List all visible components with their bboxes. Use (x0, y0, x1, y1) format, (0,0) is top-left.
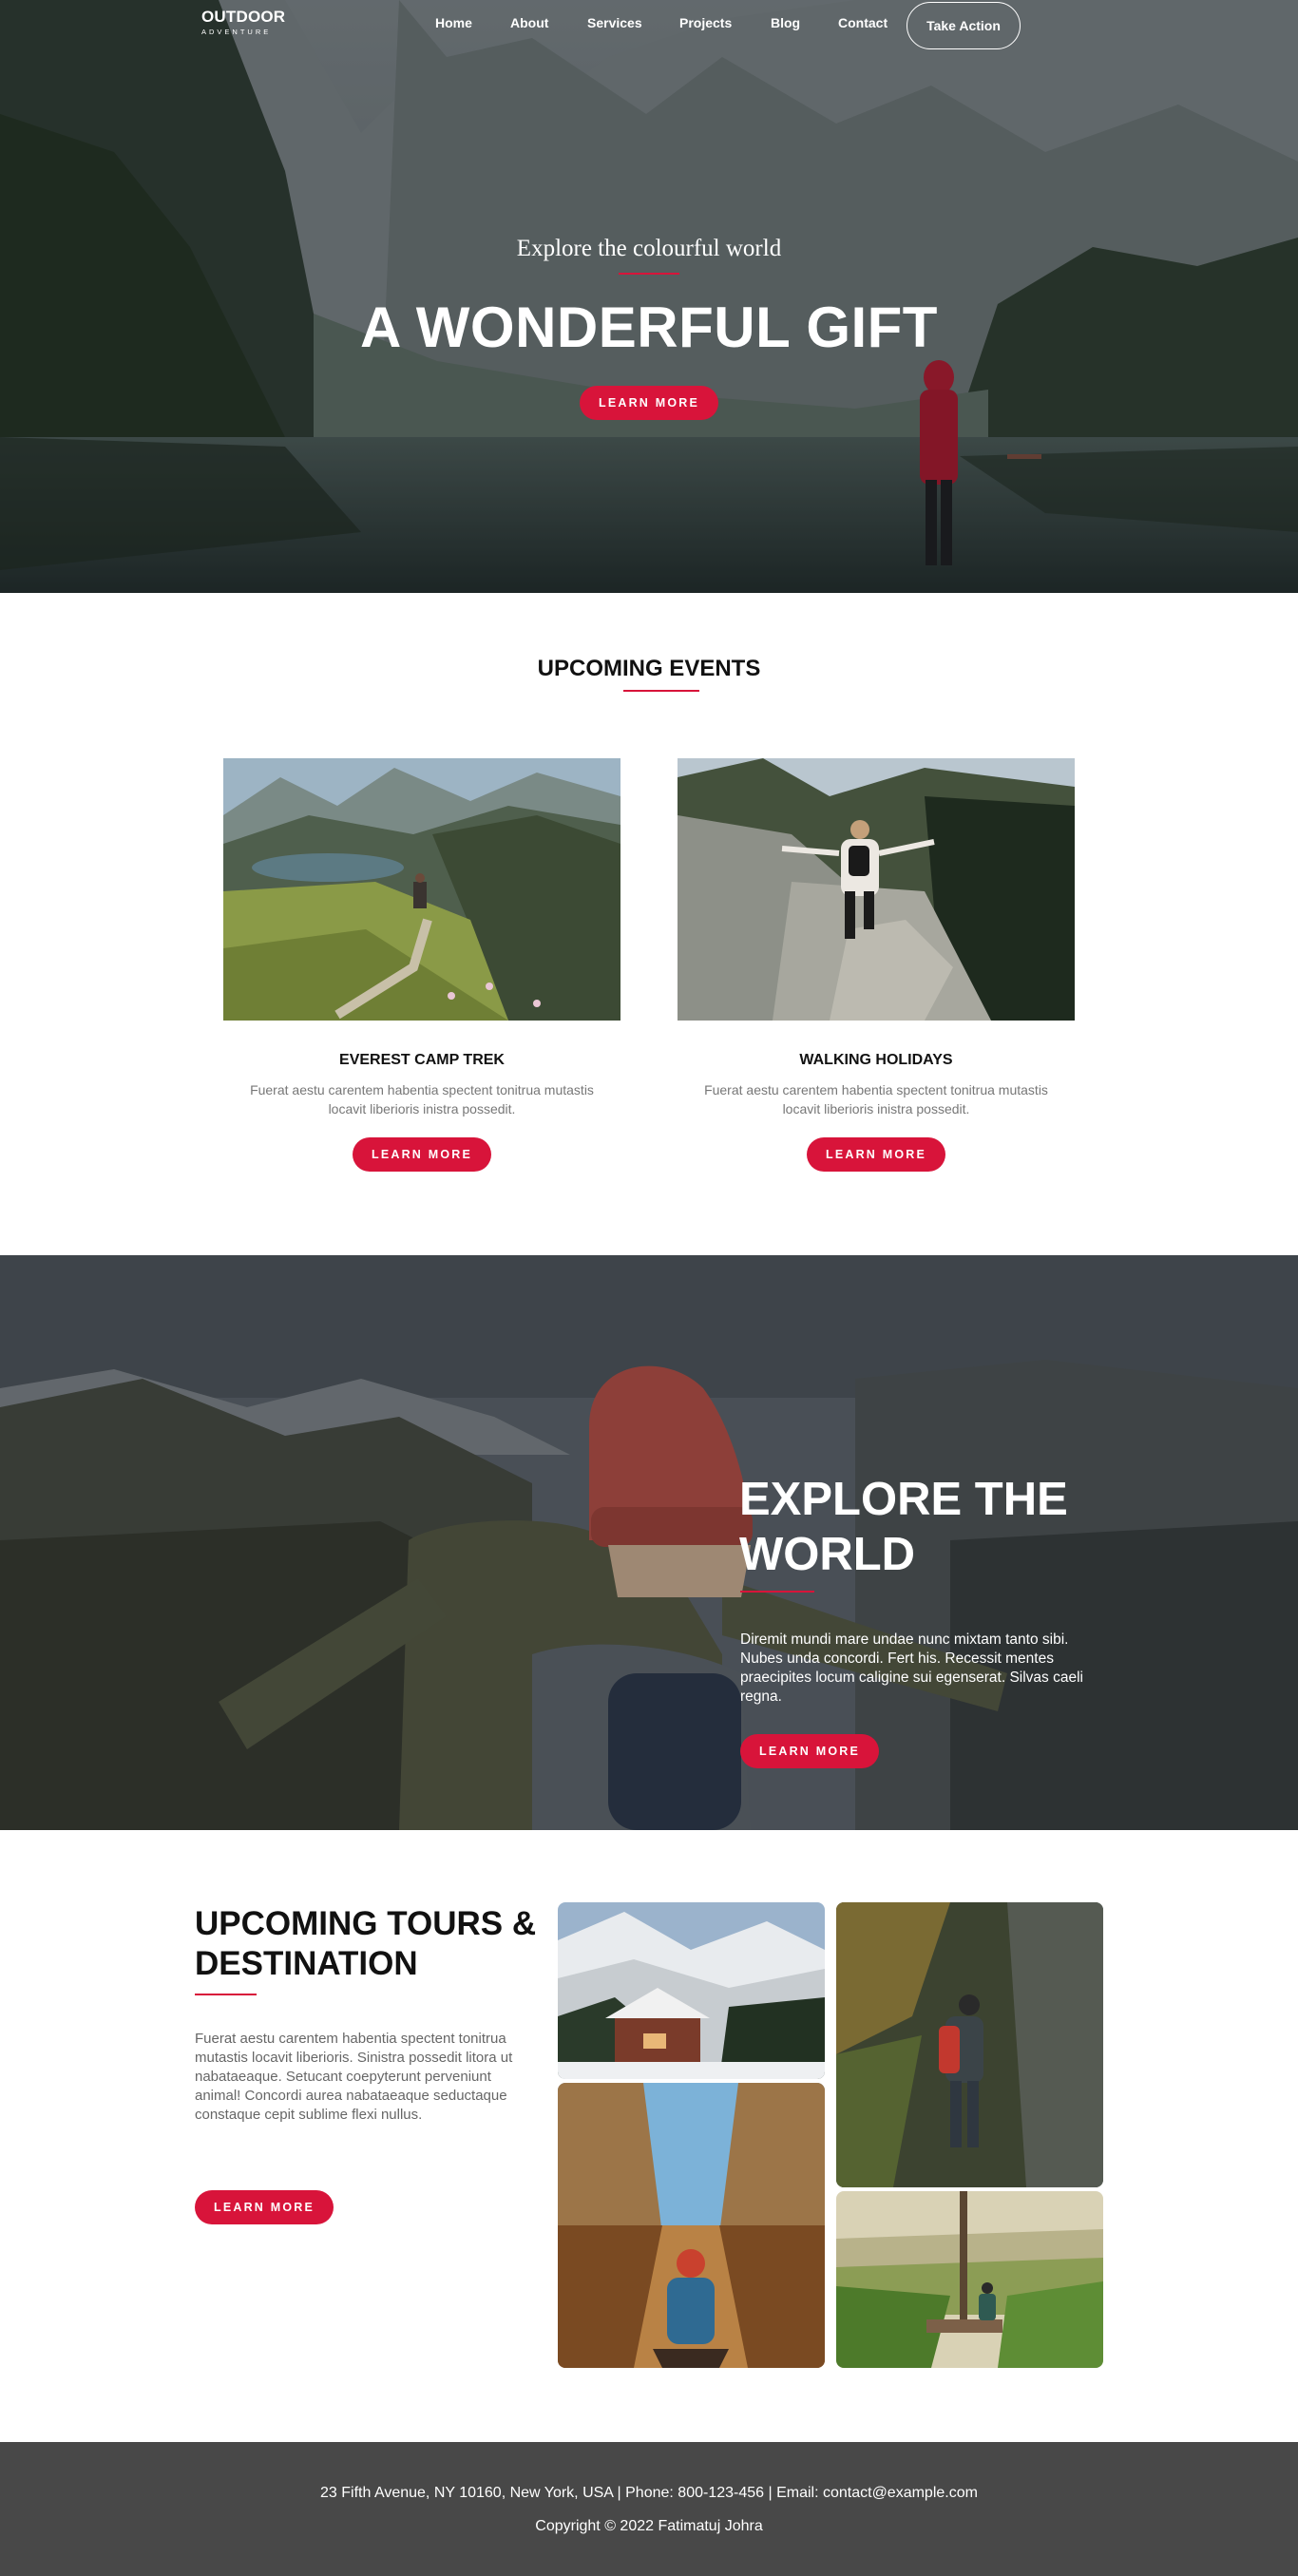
tour-image-forest-hiker[interactable] (836, 1902, 1103, 2187)
event-description: Fuerat aestu carentem habentia spectent … (704, 1082, 1048, 1116)
top-navigation: OUTDOOR ADVENTURE Home About Services Pr… (0, 0, 1298, 49)
tours-text: Fuerat aestu carentem habentia spectent … (195, 2031, 513, 2123)
explore-divider (740, 1591, 814, 1593)
tour-image-snow-cabin[interactable] (558, 1902, 825, 2079)
hero-learn-more-button[interactable]: LEARN MORE (580, 386, 718, 420)
event-title: WALKING HOLIDAYS (799, 1052, 953, 1068)
take-action-button[interactable]: Take Action (907, 2, 1021, 49)
nav-item-blog[interactable]: Blog (771, 15, 800, 30)
tours-learn-more-button[interactable]: LEARN MORE (195, 2190, 334, 2224)
event-image-everest (223, 758, 620, 1021)
footer-copyright: Copyright © 2022 Fatimatuj Johra (535, 2518, 763, 2534)
hero-title: A WONDERFUL GIFT (360, 296, 938, 359)
nav-item-home[interactable]: Home (435, 15, 472, 30)
tour-image-valley-view[interactable] (836, 2191, 1103, 2368)
nav-item-contact[interactable]: Contact (838, 15, 888, 30)
hero-subtitle: Explore the colourful world (516, 236, 782, 261)
nav-item-about[interactable]: About (510, 15, 548, 30)
explore-text: Diremit mundi mare undae nunc mixtam tan… (740, 1631, 1083, 1705)
events-section-title: UPCOMING EVENTS (537, 656, 761, 681)
footer-contact: 23 Fifth Avenue, NY 10160, New York, USA… (320, 2485, 978, 2501)
brand-logo[interactable]: OUTDOOR ADVENTURE (201, 8, 285, 36)
nav-item-projects[interactable]: Projects (679, 15, 732, 30)
brand-name: OUTDOOR (201, 8, 286, 26)
events-divider (623, 690, 699, 692)
explore-title: EXPLORE THE WORLD (739, 1474, 1068, 1580)
nav-item-services[interactable]: Services (587, 15, 642, 30)
event-title: EVEREST CAMP TREK (339, 1052, 505, 1068)
brand-tagline: ADVENTURE (201, 28, 272, 36)
explore-learn-more-button[interactable]: LEARN MORE (740, 1734, 879, 1768)
event-description: Fuerat aestu carentem habentia spectent … (250, 1082, 594, 1116)
event-card: WALKING HOLIDAYS Fuerat aestu carentem h… (678, 758, 1075, 1172)
event-card: EVEREST CAMP TREK Fuerat aestu carentem … (223, 758, 620, 1172)
explore-section: EXPLORE THE WORLD Diremit mundi mare und… (0, 1255, 1298, 1830)
tours-title: UPCOMING TOURS & DESTINATION (195, 1905, 537, 1982)
site-footer: 23 Fifth Avenue, NY 10160, New York, USA… (0, 2442, 1298, 2576)
hero-section: OUTDOOR ADVENTURE Home About Services Pr… (0, 0, 1298, 593)
tour-image-kayak[interactable] (558, 2083, 825, 2368)
event-learn-more-button[interactable]: LEARN MORE (353, 1137, 491, 1172)
event-learn-more-button[interactable]: LEARN MORE (807, 1137, 945, 1172)
hero-divider (619, 273, 679, 275)
tours-divider (195, 1994, 257, 1995)
event-image-walking (678, 758, 1075, 1021)
